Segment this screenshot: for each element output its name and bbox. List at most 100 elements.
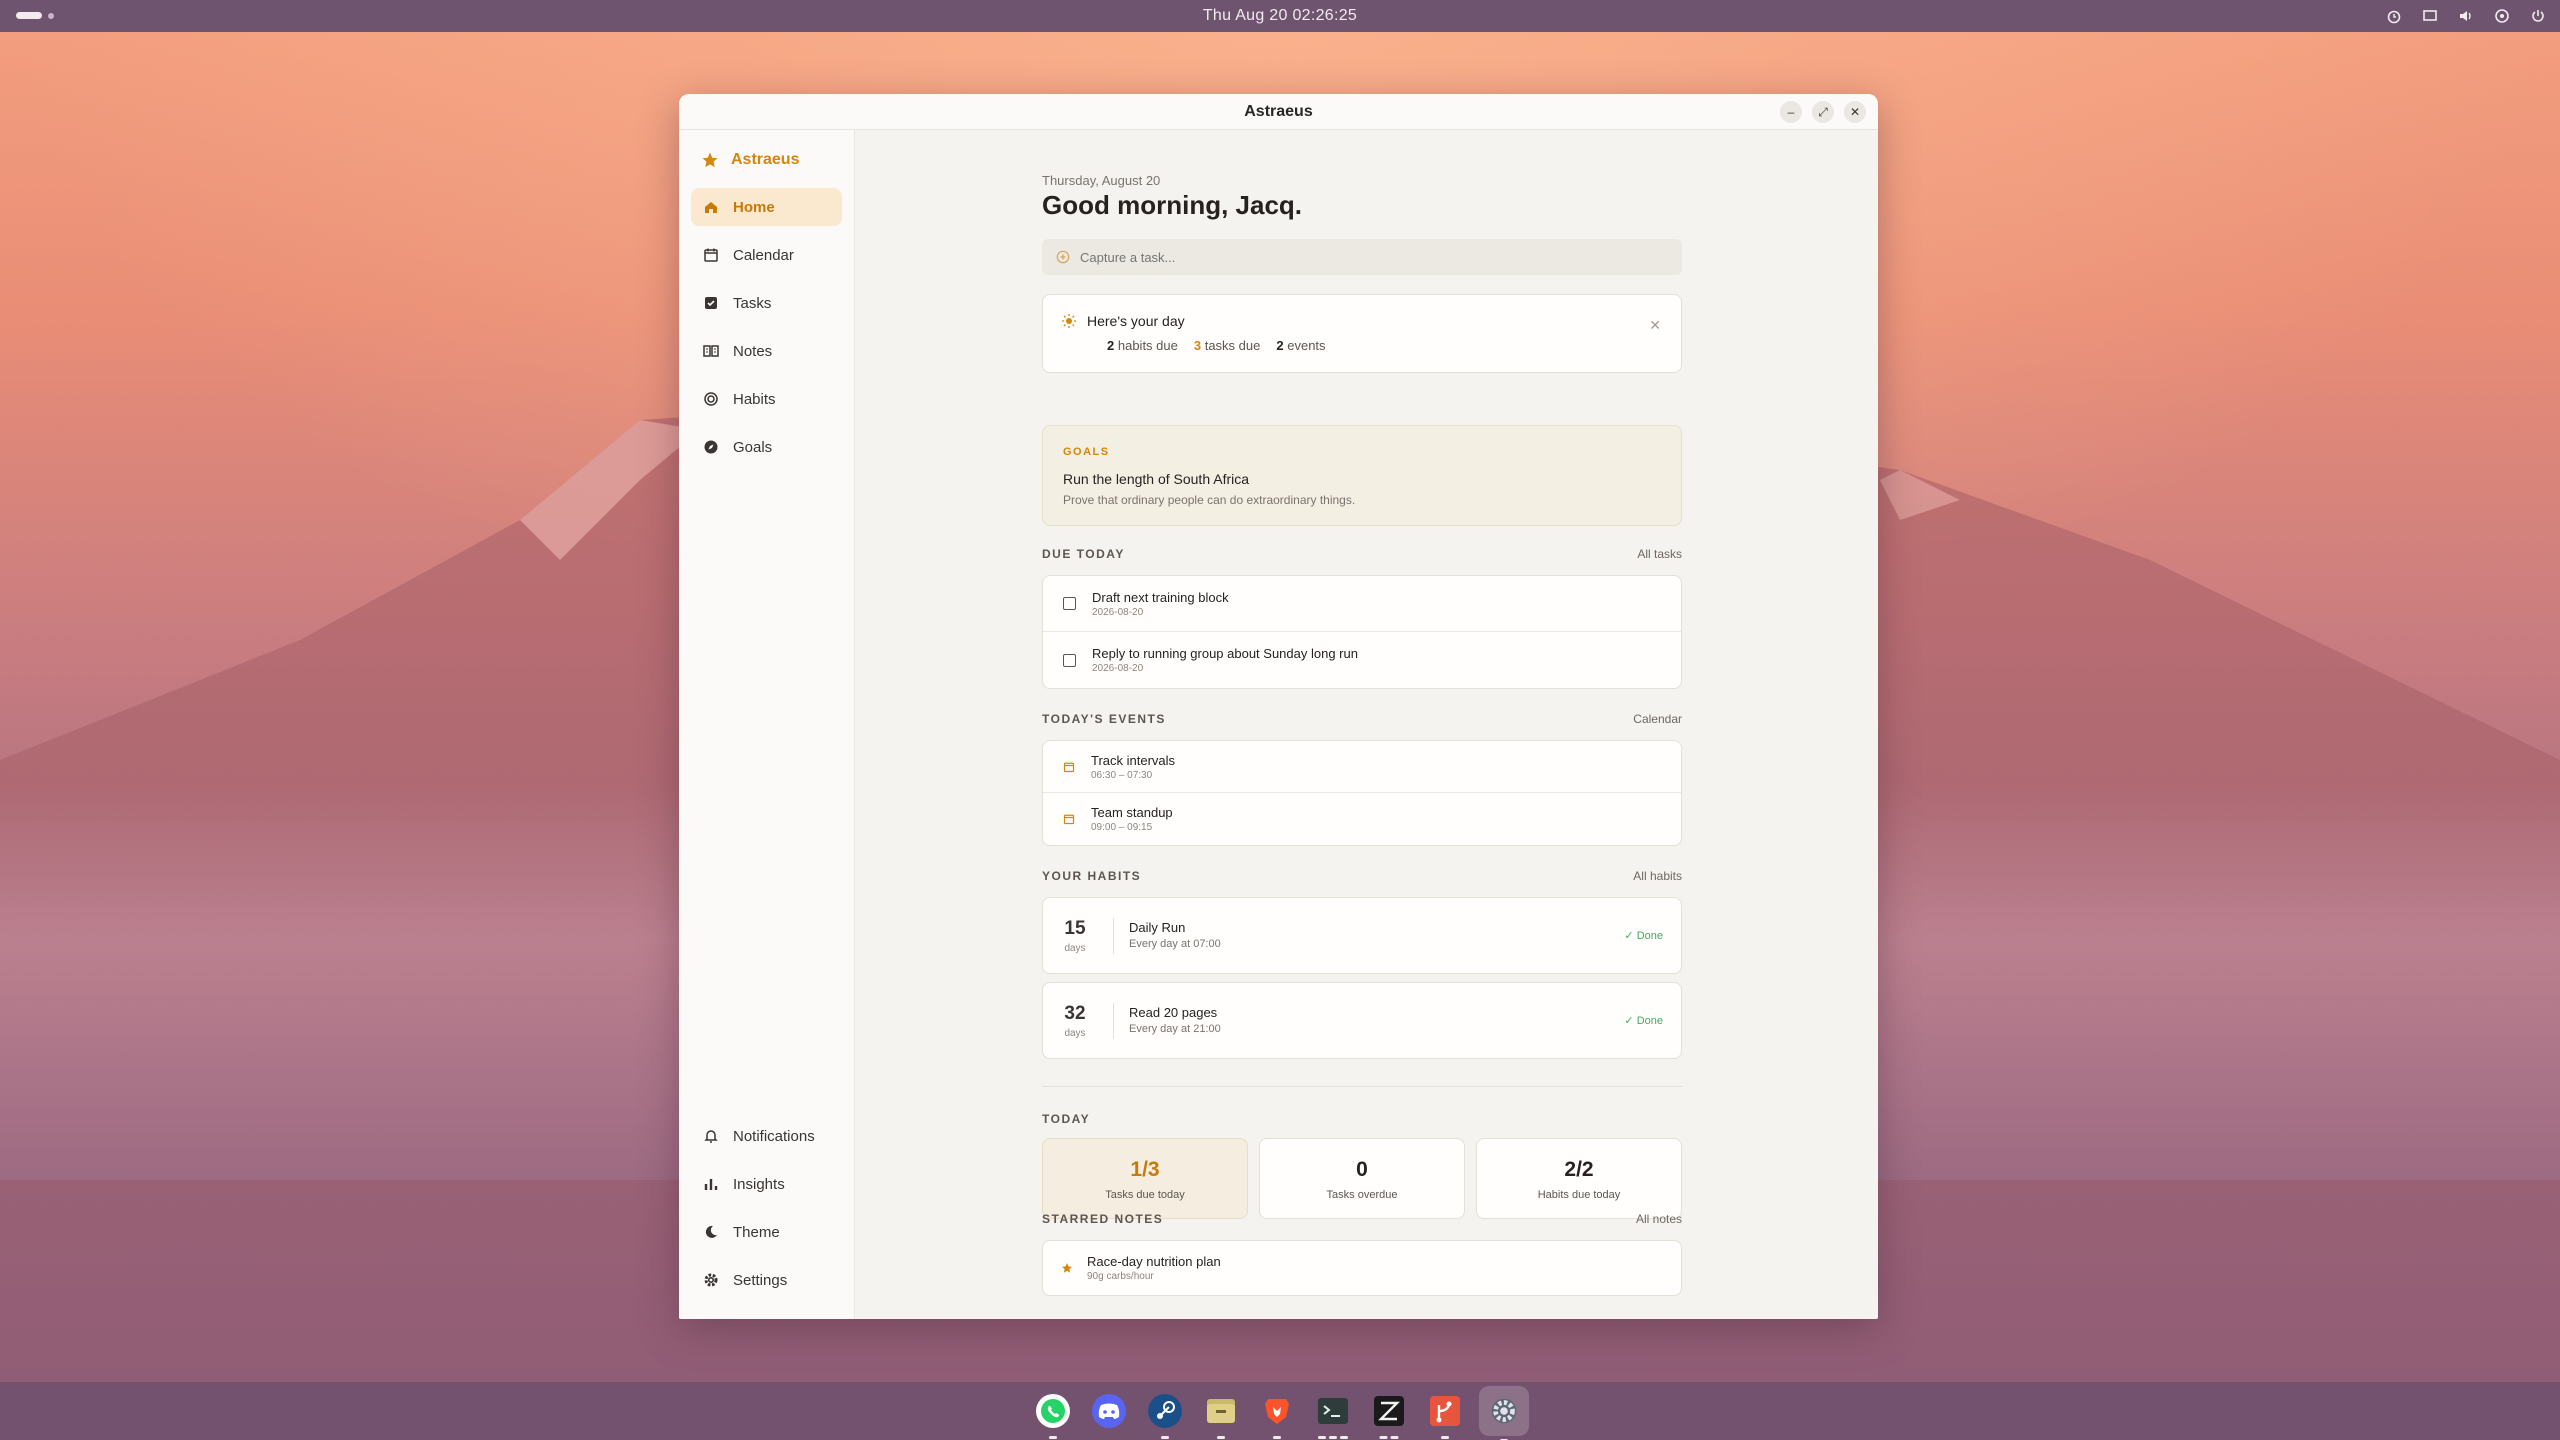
sidebar-item-habits[interactable]: Habits [691,380,842,418]
goal-card[interactable]: GOALS Run the length of South Africa Pro… [1042,425,1682,526]
whatsapp-icon [1036,1394,1070,1428]
task-checkbox[interactable] [1063,653,1076,667]
goal-kicker: GOALS [1063,446,1110,458]
star-icon [1062,1263,1072,1273]
activities-button[interactable] [16,12,54,19]
sidebar-item-label: Home [733,198,775,216]
system-tray[interactable] [2384,6,2548,26]
section-title: YOUR HABITS [1042,869,1142,883]
tasks-due-stat: 3 tasks due [1193,338,1261,353]
alarm-icon[interactable] [2384,6,2404,26]
sidebar-item-label: Habits [733,390,776,408]
dock-whatsapp[interactable] [1031,1389,1075,1439]
habit-streak-unit: days [1064,1028,1086,1039]
brave-icon [1265,1399,1289,1424]
stat-label: Tasks overdue [1326,1189,1398,1201]
section-title: TODAY'S EVENTS [1042,712,1166,726]
sidebar-item-calendar[interactable]: Calendar [691,236,842,274]
today-header: TODAY [1042,1112,1682,1126]
brand-label: Astraeus [731,151,800,168]
volume-icon[interactable] [2456,6,2476,26]
starred-note-row[interactable]: Race-day nutrition plan 90g carbs/hour [1042,1240,1682,1296]
notebook-icon [703,345,719,357]
screen-icon[interactable] [2420,6,2440,26]
sidebar-item-settings[interactable]: Settings [691,1261,842,1299]
event-row[interactable]: Team standup 09:00 – 09:15 [1043,793,1681,845]
star-icon [702,152,718,168]
dock-terminal[interactable] [1311,1389,1355,1439]
events-stat: 2 events [1276,338,1326,353]
sidebar-item-label: Goals [733,438,773,456]
page-title: Good morning, Jacq. [1042,190,1303,220]
sidebar-item-notes[interactable]: Notes [691,332,842,370]
minimize-button[interactable]: – [1780,101,1802,123]
all-tasks-link[interactable]: All tasks [1637,547,1682,561]
bell-icon [704,1130,718,1143]
sidebar-item-label: Notes [733,342,773,360]
event-row[interactable]: Track intervals 06:30 – 07:30 [1043,741,1681,793]
habit-done-button[interactable]: ✓ Done [1624,929,1663,942]
habit-card[interactable]: 15 days Daily Run Every day at 07:00 ✓ D… [1042,897,1682,974]
task-date: 2026-08-20 [1092,606,1144,618]
habit-card[interactable]: 32 days Read 20 pages Every day at 21:00… [1042,982,1682,1059]
brand[interactable]: Astraeus [691,132,842,188]
moon-icon [705,1225,717,1238]
capture-task-field[interactable] [1042,239,1682,275]
calendar-icon [1063,814,1075,825]
power-icon[interactable] [2528,6,2548,26]
clock[interactable]: Thu Aug 20 02:26:25 [1203,7,1357,25]
window-titlebar[interactable]: Astraeus – ⤢ ✕ [679,94,1878,130]
dock-steam[interactable] [1143,1389,1187,1439]
steam-icon [1148,1394,1182,1428]
sidebar-item-theme[interactable]: Theme [691,1213,842,1251]
event-time: 09:00 – 09:15 [1091,822,1153,833]
stat-value: 2/2 [1564,1158,1594,1181]
dock-brave[interactable] [1255,1389,1299,1439]
sidebar-item-notifications[interactable]: Notifications [691,1117,842,1155]
stat-habits-due[interactable]: 2/2 Habits due today [1476,1138,1682,1219]
habits-due-stat: 2 habits due [1107,338,1178,353]
maximize-button[interactable]: ⤢ [1812,101,1834,123]
section-title: STARRED NOTES [1042,1212,1164,1226]
capture-task-input[interactable] [1080,249,1640,265]
calendar-link[interactable]: Calendar [1633,712,1682,726]
starred-notes-header: STARRED NOTES All notes [1042,1212,1682,1226]
files-icon [1207,1399,1235,1423]
day-summary-title: Here's your day [1087,313,1185,329]
task-row[interactable]: Draft next training block 2026-08-20 [1043,576,1681,632]
habit-name: Read 20 pages [1129,1005,1218,1020]
check-icon: ✓ [1624,1015,1634,1027]
main-content[interactable]: Thursday, August 20 Good morning, Jacq. … [855,130,1878,1319]
calendar-icon [1063,762,1075,772]
close-button[interactable]: ✕ [1844,101,1866,123]
gear-icon [1491,1398,1517,1424]
dock-git-client[interactable] [1423,1389,1467,1439]
task-checkbox[interactable] [1063,597,1076,610]
network-icon[interactable] [2492,6,2512,26]
add-icon [1056,250,1070,264]
habit-done-button[interactable]: ✓ Done [1624,1014,1663,1027]
all-notes-link[interactable]: All notes [1636,1212,1682,1226]
sidebar-item-goals[interactable]: Goals [691,428,842,466]
dock-discord[interactable] [1087,1389,1131,1433]
compass-icon [704,440,718,454]
habit-schedule: Every day at 21:00 [1129,1023,1221,1035]
due-today-header: DUE TODAY All tasks [1042,547,1682,561]
discord-icon [1092,1394,1126,1428]
stat-tasks-due[interactable]: 1/3 Tasks due today [1042,1138,1248,1219]
dock-astraeus[interactable] [1479,1386,1529,1440]
all-habits-link[interactable]: All habits [1633,869,1682,883]
dock-zed[interactable] [1367,1389,1411,1439]
task-row[interactable]: Reply to running group about Sunday long… [1043,632,1681,688]
git-icon [1430,1396,1460,1426]
sidebar-item-tasks[interactable]: Tasks [691,284,842,322]
stat-tasks-overdue[interactable]: 0 Tasks overdue [1259,1138,1465,1219]
sidebar-item-home[interactable]: Home [691,188,842,226]
dock-files[interactable] [1199,1389,1243,1439]
system-top-bar: Thu Aug 20 02:26:25 [0,0,2560,32]
sidebar-item-insights[interactable]: Insights [691,1165,842,1203]
dock [0,1382,2560,1440]
task-date: 2026-08-20 [1092,663,1144,674]
dismiss-icon[interactable]: ✕ [1649,317,1661,334]
window-title: Astraeus [1244,102,1313,120]
